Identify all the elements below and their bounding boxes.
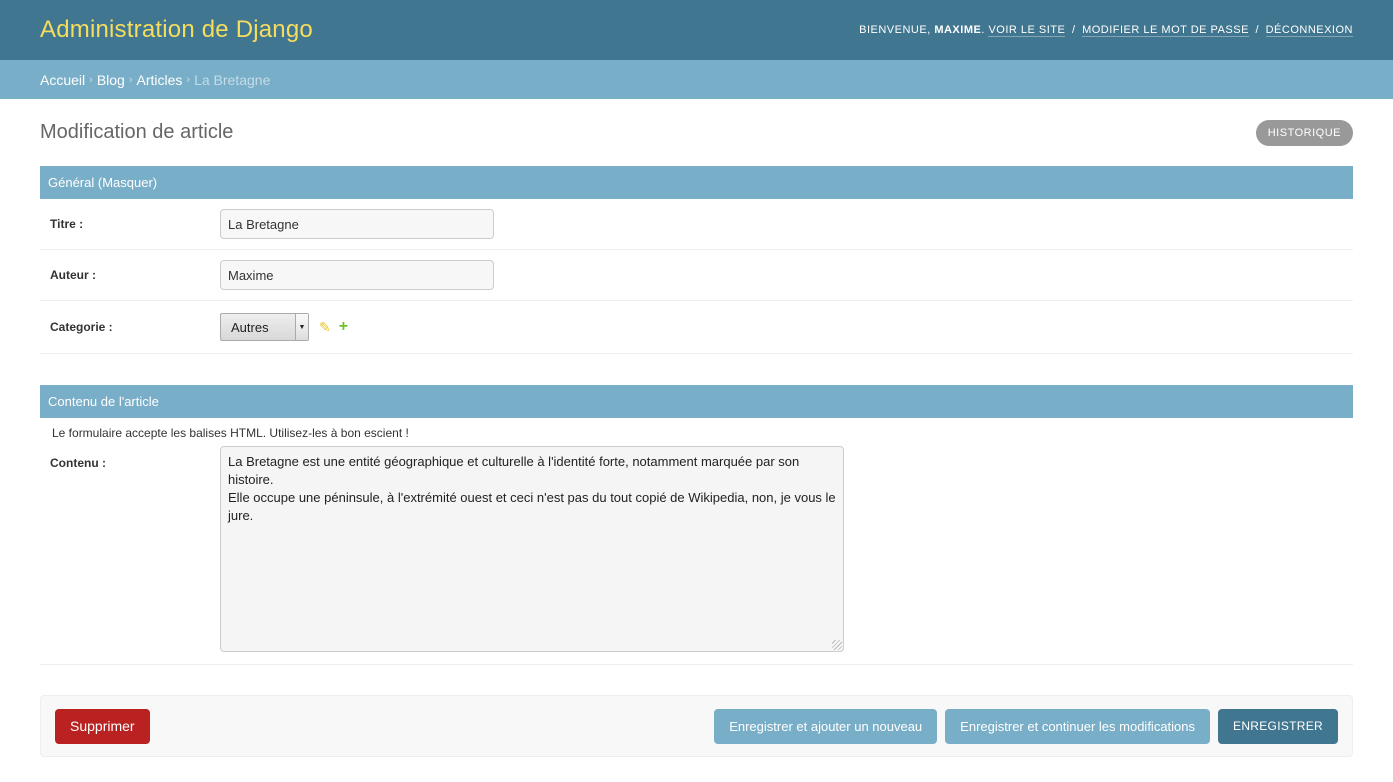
site-branding[interactable]: Administration de Django — [40, 16, 313, 44]
separator: / — [1071, 24, 1076, 36]
user-tools: Bienvenue, Maxime. Voir le site / Modifi… — [859, 24, 1353, 37]
contenu-label: Contenu : — [50, 456, 106, 470]
categorie-label: Categorie : — [50, 320, 113, 334]
breadcrumb-model[interactable]: Articles — [137, 72, 183, 88]
fieldset-general-heading[interactable]: Général (Masquer) — [40, 166, 1353, 199]
breadcrumb: Accueil › Blog › Articles › La Bretagne — [0, 60, 1393, 99]
fieldset-contenu-heading: Contenu de l'article — [40, 385, 1353, 418]
breadcrumb-app[interactable]: Blog — [97, 72, 125, 88]
breadcrumb-arrow: › — [186, 73, 191, 86]
view-site-link[interactable]: Voir le site — [988, 24, 1066, 37]
auteur-label: Auteur : — [50, 268, 96, 282]
auteur-input[interactable]: Maxime — [220, 260, 494, 290]
main-content: Modification de article Historique Génér… — [0, 99, 1393, 757]
welcome-text: Bienvenue, — [859, 24, 931, 36]
username: Maxime — [934, 24, 982, 36]
categorie-select[interactable]: Autres ▼ — [220, 313, 309, 341]
chevron-down-icon[interactable]: ▼ — [295, 314, 308, 340]
save-and-add-button[interactable]: Enregistrer et ajouter un nouveau — [714, 708, 938, 744]
save-buttons-group: Enregistrer et ajouter un nouveau Enregi… — [714, 708, 1338, 744]
delete-button[interactable]: Supprimer — [55, 708, 150, 744]
form-row-auteur: Auteur : Maxime — [40, 250, 1353, 301]
change-password-link[interactable]: Modifier le mot de passe — [1082, 24, 1249, 37]
resize-handle[interactable] — [832, 640, 842, 650]
contenu-line: Elle occupe une péninsule, à l'extrémité… — [228, 490, 836, 523]
fieldset-general: Général (Masquer) Titre : La Bretagne Au… — [40, 166, 1353, 354]
logout-link[interactable]: Déconnexion — [1265, 24, 1353, 37]
form-row-categorie: Categorie : Autres ▼ ✎ + — [40, 301, 1353, 354]
save-button[interactable]: Enregistrer — [1218, 708, 1338, 744]
titre-input[interactable]: La Bretagne — [220, 209, 494, 239]
titre-label: Titre : — [50, 217, 84, 231]
breadcrumb-arrow: › — [128, 73, 133, 86]
help-text: Le formulaire accepte les balises HTML. … — [52, 426, 409, 440]
form-row-contenu: Contenu : La Bretagne est une entité géo… — [40, 446, 1353, 665]
categorie-selected-value: Autres — [231, 319, 269, 335]
submit-row: Supprimer Enregistrer et ajouter un nouv… — [40, 695, 1353, 757]
pencil-icon[interactable]: ✎ — [319, 319, 331, 336]
form-row-titre: Titre : La Bretagne — [40, 199, 1353, 250]
history-button[interactable]: Historique — [1255, 119, 1353, 146]
page-title: Modification de article — [40, 121, 234, 143]
breadcrumb-arrow: › — [89, 73, 93, 86]
plus-icon[interactable]: + — [339, 318, 348, 336]
breadcrumb-current: La Bretagne — [194, 71, 271, 88]
header: Administration de Django Bienvenue, Maxi… — [0, 0, 1393, 60]
contenu-line: La Bretagne est une entité géographique … — [228, 454, 800, 487]
contenu-textarea[interactable]: La Bretagne est une entité géographique … — [220, 446, 844, 652]
separator: / — [1255, 24, 1260, 36]
save-and-continue-button[interactable]: Enregistrer et continuer les modificatio… — [945, 708, 1211, 744]
title-row: Modification de article Historique — [40, 99, 1353, 166]
fieldset-contenu: Contenu de l'article Le formulaire accep… — [40, 385, 1353, 665]
breadcrumb-home[interactable]: Accueil — [40, 72, 85, 88]
